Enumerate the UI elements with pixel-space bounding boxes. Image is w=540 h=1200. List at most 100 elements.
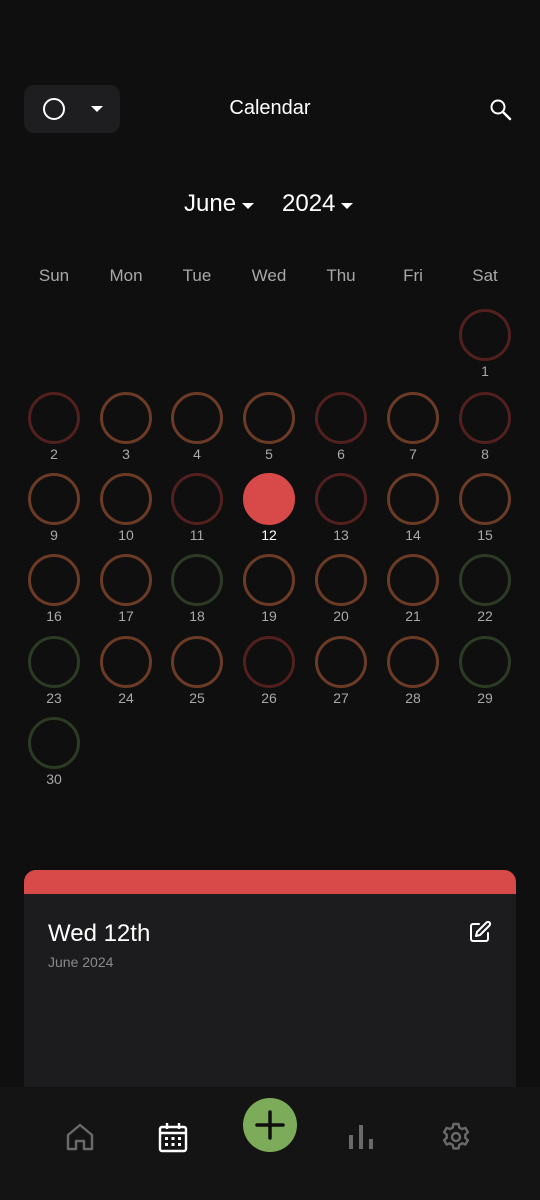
calendar-day[interactable]: 24 <box>90 636 162 716</box>
calendar-day[interactable]: 12 <box>233 473 305 553</box>
day-mood-ring <box>171 554 223 606</box>
day-number: 5 <box>265 446 273 462</box>
day-number: 4 <box>193 446 201 462</box>
day-number: 15 <box>477 527 493 543</box>
day-number: 10 <box>118 527 134 543</box>
day-number: 24 <box>118 690 134 706</box>
year-label: 2024 <box>282 190 336 217</box>
day-number: 18 <box>189 608 205 624</box>
day-number: 30 <box>46 771 62 787</box>
day-mood-ring <box>100 554 152 606</box>
day-mood-ring <box>243 554 295 606</box>
weekday-label: Wed <box>251 266 287 285</box>
day-number: 13 <box>333 527 349 543</box>
day-number: 20 <box>333 608 349 624</box>
stats-icon <box>349 1125 373 1149</box>
calendar-day[interactable]: 13 <box>305 473 377 553</box>
day-number: 21 <box>405 608 421 624</box>
home-icon <box>66 1123 94 1151</box>
day-mood-ring <box>171 392 223 444</box>
weekday-label: Sat <box>472 266 498 285</box>
day-number: 14 <box>405 527 421 543</box>
detail-month-year: June 2024 <box>48 954 114 970</box>
calendar-day[interactable]: 27 <box>305 636 377 716</box>
calendar-day[interactable]: 10 <box>90 473 162 553</box>
day-number: 19 <box>261 608 277 624</box>
calendar-day[interactable]: 17 <box>90 554 162 634</box>
calendar-day[interactable]: 3 <box>90 392 162 472</box>
top-bar: Calendar <box>0 85 540 133</box>
calendar-day[interactable]: 21 <box>377 554 449 634</box>
nav-settings[interactable] <box>428 1109 484 1165</box>
calendar-day[interactable]: 28 <box>377 636 449 716</box>
calendar-day[interactable]: 16 <box>18 554 90 634</box>
calendar-day[interactable]: 11 <box>161 473 233 553</box>
search-button[interactable] <box>486 95 516 125</box>
calendar-day[interactable]: 19 <box>233 554 305 634</box>
chevron-down-icon <box>242 203 255 209</box>
day-mood-ring <box>459 636 511 688</box>
calendar-day[interactable]: 29 <box>449 636 521 716</box>
calendar-day[interactable]: 26 <box>233 636 305 716</box>
nav-home[interactable] <box>52 1109 108 1165</box>
calendar-day[interactable]: 25 <box>161 636 233 716</box>
month-year-selector: June 2024 <box>0 188 540 224</box>
day-number: 29 <box>477 690 493 706</box>
calendar-day[interactable]: 30 <box>18 717 90 797</box>
settings-icon <box>442 1122 470 1150</box>
day-number: 3 <box>122 446 130 462</box>
day-mood-ring <box>459 309 511 361</box>
day-mood-ring <box>387 392 439 444</box>
calendar-day[interactable]: 1 <box>449 309 521 389</box>
day-mood-ring <box>459 554 511 606</box>
day-mood-ring <box>459 473 511 525</box>
search-icon <box>490 99 512 121</box>
day-number: 2 <box>50 446 58 462</box>
page-title: Calendar <box>229 97 311 119</box>
day-mood-ring <box>171 636 223 688</box>
bottom-navigation <box>0 1087 540 1200</box>
calendar-day[interactable]: 5 <box>233 392 305 472</box>
weekday-label: Tue <box>182 266 212 285</box>
day-number: 17 <box>118 608 134 624</box>
day-mood-ring <box>387 554 439 606</box>
calendar-day[interactable]: 2 <box>18 392 90 472</box>
edit-icon <box>470 920 492 942</box>
detail-date-title: Wed 12th <box>48 920 151 947</box>
calendar-day[interactable]: 7 <box>377 392 449 472</box>
calendar-day[interactable]: 9 <box>18 473 90 553</box>
calendar-day[interactable]: 22 <box>449 554 521 634</box>
month-label: June <box>184 190 237 217</box>
day-mood-ring <box>243 636 295 688</box>
calendar-day[interactable]: 6 <box>305 392 377 472</box>
nav-stats[interactable] <box>333 1109 389 1165</box>
day-number: 11 <box>189 527 205 543</box>
month-dropdown[interactable]: June <box>184 188 255 224</box>
calendar-day[interactable]: 23 <box>18 636 90 716</box>
day-mood-ring <box>28 636 80 688</box>
day-mood-ring <box>387 473 439 525</box>
day-number: 28 <box>405 690 421 706</box>
add-entry-button[interactable] <box>243 1098 297 1152</box>
calendar-day[interactable]: 8 <box>449 392 521 472</box>
chevron-down-icon <box>341 203 354 209</box>
calendar-day[interactable]: 20 <box>305 554 377 634</box>
day-mood-ring <box>315 554 367 606</box>
weekday-label: Fri <box>403 266 423 285</box>
day-number: 22 <box>477 608 493 624</box>
day-mood-ring <box>100 392 152 444</box>
nav-calendar[interactable] <box>145 1109 201 1165</box>
calendar-day[interactable]: 18 <box>161 554 233 634</box>
calendar-day[interactable]: 4 <box>161 392 233 472</box>
year-dropdown[interactable]: 2024 <box>282 188 354 224</box>
edit-entry-button[interactable] <box>468 920 492 944</box>
calendar-day[interactable]: 15 <box>449 473 521 553</box>
day-mood-ring <box>100 636 152 688</box>
day-number: 27 <box>333 690 349 706</box>
day-number: 7 <box>409 446 417 462</box>
calendar-day[interactable]: 14 <box>377 473 449 553</box>
day-mood-ring <box>315 636 367 688</box>
day-number: 23 <box>46 690 62 706</box>
weekday-label: Mon <box>109 266 143 285</box>
day-mood-ring <box>28 717 80 769</box>
